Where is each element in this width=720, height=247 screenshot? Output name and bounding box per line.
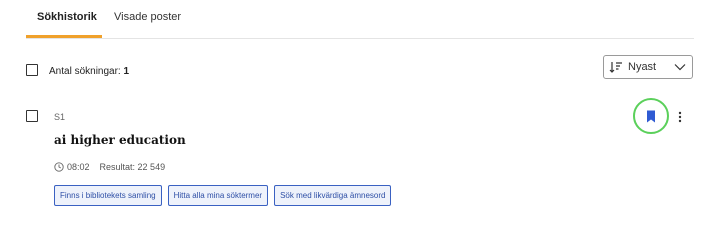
sort-dropdown[interactable]: Nyast (603, 55, 693, 79)
more-options-icon[interactable] (676, 110, 684, 124)
search-count-value: 1 (123, 66, 130, 77)
clock-icon (54, 162, 64, 172)
chevron-down-icon (674, 64, 686, 71)
sort-label: Nyast (628, 61, 657, 73)
sort-icon (609, 62, 622, 73)
bookmark-button[interactable] (633, 98, 669, 134)
history-item-meta: 08:02 Resultat: 22 549 (54, 162, 165, 172)
active-tab-indicator (26, 35, 102, 38)
history-item-checkbox[interactable] (26, 110, 38, 122)
chip-equivalent-subjects[interactable]: Sök med likvärdiga ämnesord (274, 185, 392, 206)
tab-search-history[interactable]: Sökhistorik (37, 11, 97, 23)
chip-find-all-search-terms[interactable]: Hitta alla mina söktermer (167, 185, 269, 206)
history-item-time: 08:02 (67, 162, 90, 172)
tab-bar: Sökhistorik Visade poster (26, 0, 694, 39)
bookmark-icon (647, 110, 655, 122)
search-count-label: Antal sökningar: 1 (49, 66, 130, 77)
history-item-query[interactable]: ai higher education (54, 133, 186, 147)
history-item-results: Resultat: 22 549 (99, 162, 166, 172)
select-all-checkbox[interactable] (26, 64, 38, 76)
search-actions: Finns i bibliotekets samling Hitta alla … (54, 185, 392, 206)
history-item-index: S1 (54, 112, 66, 122)
tab-viewed-records[interactable]: Visade poster (114, 11, 181, 23)
chip-in-library-collection[interactable]: Finns i bibliotekets samling (54, 185, 162, 206)
